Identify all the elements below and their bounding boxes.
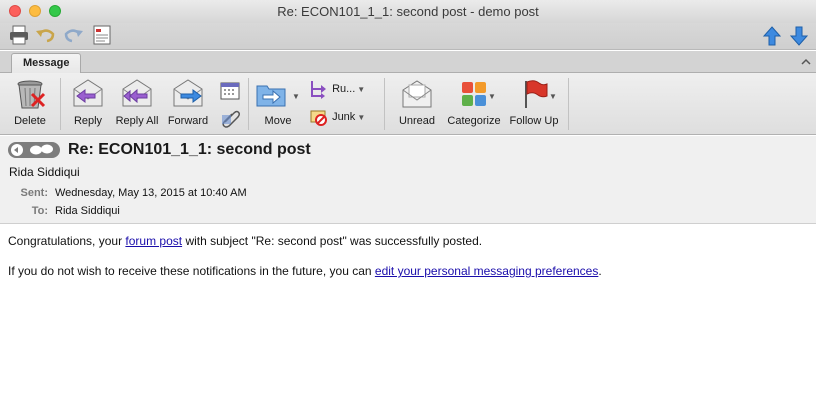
forward-button[interactable]: Forward [166, 77, 210, 127]
title-bar: Re: ECON101_1_1: second post - demo post [0, 0, 816, 23]
move-dropdown-icon[interactable]: ▼ [292, 92, 300, 101]
forum-post-link[interactable]: forum post [125, 234, 182, 248]
item-properties-icon[interactable] [91, 25, 113, 45]
delete-button[interactable]: Delete [9, 77, 51, 127]
reply-label: Reply [73, 115, 103, 127]
follow-up-button[interactable]: Follow Up [509, 77, 559, 127]
recipient-name[interactable]: Rida Siddiqui [55, 205, 120, 217]
sent-date: Wednesday, May 13, 2015 at 10:40 AM [55, 187, 247, 199]
separator [248, 78, 249, 130]
quick-access-toolbar [0, 23, 816, 50]
junk-icon [310, 110, 327, 126]
categorize-dropdown-icon[interactable]: ▼ [488, 92, 496, 101]
reply-all-label: Reply All [115, 115, 159, 127]
messaging-preferences-link[interactable]: edit your personal messaging preferences [375, 264, 598, 278]
junk-dropdown-icon[interactable]: ▼ [357, 113, 365, 122]
move-button[interactable]: Move [255, 77, 301, 127]
ribbon: Delete Reply Reply All Forward Move ▼ Ru… [0, 73, 816, 135]
print-icon[interactable] [8, 25, 30, 45]
body-paragraph: Congratulations, your forum post with su… [8, 233, 808, 249]
reply-history-icon [11, 144, 53, 156]
message-subject: Re: ECON101_1_1: second post [68, 141, 311, 158]
forward-icon [173, 79, 203, 107]
body-paragraph: If you do not wish to receive these noti… [8, 263, 808, 279]
junk-label: Junk [332, 110, 356, 123]
unread-envelope-icon [402, 80, 432, 108]
reply-all-button[interactable]: Reply All [114, 77, 160, 127]
next-message-arrow-icon[interactable] [789, 26, 809, 46]
unread-label: Unread [398, 115, 436, 127]
tab-message[interactable]: Message [11, 53, 82, 73]
ribbon-tab-strip: Message [0, 51, 816, 73]
previous-message-arrow-icon[interactable] [762, 26, 782, 46]
collapse-ribbon-icon[interactable] [799, 55, 813, 69]
unread-button[interactable]: Unread [396, 77, 438, 127]
sent-label: Sent: [20, 187, 49, 199]
to-label: To: [31, 205, 48, 217]
message-body: Congratulations, your forum post with su… [8, 233, 808, 293]
message-header: Re: ECON101_1_1: second post Rida Siddiq… [0, 136, 816, 224]
flag-icon [525, 80, 548, 108]
rules-icon [311, 81, 326, 99]
separator [568, 78, 569, 130]
body-text: with subject "Re: second post" was succe… [182, 234, 483, 248]
follow-up-dropdown-icon[interactable]: ▼ [549, 92, 557, 101]
categorize-icon [462, 82, 486, 106]
body-text: . [598, 264, 602, 278]
window-title: Re: ECON101_1_1: second post - demo post [277, 4, 539, 19]
separator [60, 78, 61, 130]
reply-history-button[interactable] [8, 142, 60, 158]
redo-icon[interactable] [62, 25, 84, 45]
body-text: If you do not wish to receive these noti… [8, 264, 375, 278]
trash-delete-icon [17, 80, 46, 109]
body-text: Congratulations, your [8, 234, 126, 248]
sender-name[interactable]: Rida Siddiqui [9, 165, 80, 179]
undo-icon[interactable] [35, 25, 57, 45]
reply-button[interactable]: Reply [70, 77, 106, 127]
attachment-icon[interactable] [219, 106, 241, 128]
separator [384, 78, 385, 130]
categorize-button[interactable]: Categorize [446, 77, 502, 127]
reply-icon [73, 79, 103, 107]
move-folder-icon [256, 85, 286, 107]
move-label: Move [264, 115, 292, 127]
rules-label: Ru... [332, 82, 356, 95]
delete-label: Delete [14, 115, 46, 127]
meeting-calendar-icon[interactable] [219, 79, 241, 101]
follow-up-label: Follow Up [509, 115, 559, 127]
rules-dropdown-icon[interactable]: ▼ [357, 85, 365, 94]
junk-button[interactable]: Junk ▼ [309, 107, 365, 127]
forward-label: Forward [167, 115, 209, 127]
rules-button[interactable]: Ru... ▼ [309, 79, 365, 99]
reply-all-icon [122, 79, 152, 107]
categorize-label: Categorize [447, 115, 501, 127]
